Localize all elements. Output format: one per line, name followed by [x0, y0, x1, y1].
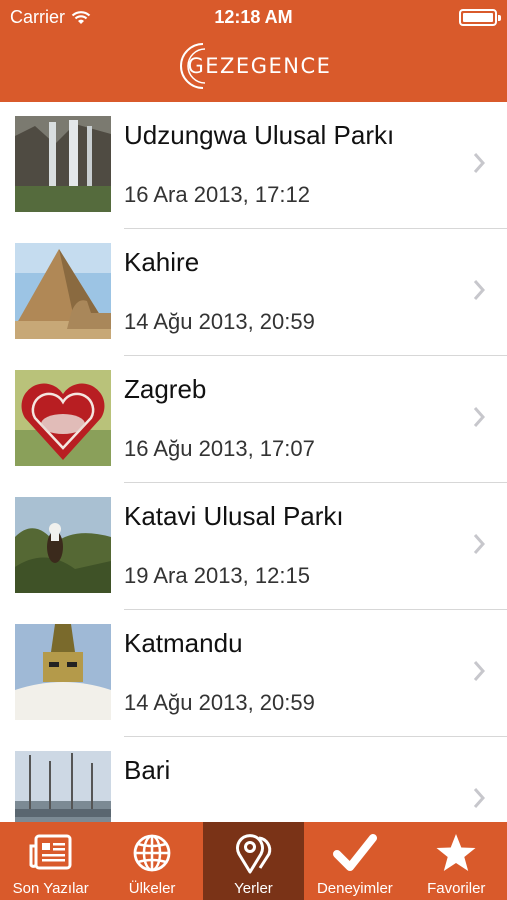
waterfall-thumbnail [15, 116, 111, 212]
pyramid-thumbnail [15, 243, 111, 339]
tab-son-yazilar[interactable]: Son Yazılar [0, 822, 101, 900]
chevron-right-icon [473, 407, 485, 427]
place-date: 14 Ağu 2013, 20:59 [124, 690, 315, 715]
gingerbread-heart-thumbnail [15, 370, 111, 466]
place-date: 14 Ağu 2013, 20:59 [124, 309, 315, 334]
chevron-right-icon [473, 534, 485, 554]
chevron-right-icon [473, 280, 485, 300]
list-item[interactable]: Katavi Ulusal Parkı 19 Ara 2013, 12:15 [0, 483, 507, 610]
map-pin-icon [236, 834, 272, 874]
star-icon [436, 834, 476, 871]
list-item[interactable]: Kahire 14 Ağu 2013, 20:59 [0, 229, 507, 356]
tab-label: Favoriler [427, 880, 486, 897]
tab-favoriler[interactable]: Favoriler [406, 822, 507, 900]
checkmark-icon [332, 834, 377, 871]
place-title: Kahire [124, 247, 200, 277]
tab-deneyimler[interactable]: Deneyimler [304, 822, 405, 900]
eagle-thumbnail [15, 497, 111, 593]
list-item[interactable]: Bari [0, 737, 507, 822]
places-list: Udzungwa Ulusal Parkı 16 Ara 2013, 17:12… [0, 102, 507, 822]
place-title: Zagreb [124, 374, 207, 404]
chevron-right-icon [473, 153, 485, 173]
list-item[interactable]: Udzungwa Ulusal Parkı 16 Ara 2013, 17:12 [0, 102, 507, 229]
place-date: 19 Ara 2013, 12:15 [124, 563, 310, 588]
tab-ulkeler[interactable]: Ülkeler [101, 822, 202, 900]
chevron-right-icon [473, 661, 485, 681]
chevron-right-icon [473, 788, 485, 808]
list-item[interactable]: Katmandu 14 Ağu 2013, 20:59 [0, 610, 507, 737]
newspaper-icon [29, 834, 72, 870]
place-title: Udzungwa Ulusal Parkı [124, 120, 395, 150]
tab-label: Yerler [234, 880, 273, 897]
place-date: 16 Ağu 2013, 17:07 [124, 436, 315, 461]
status-bar: Carrier 12:18 AM [0, 0, 507, 34]
battery-icon [459, 9, 501, 26]
stupa-thumbnail [15, 624, 111, 720]
harbor-thumbnail [15, 751, 111, 822]
list-item[interactable]: Zagreb 16 Ağu 2013, 17:07 [0, 356, 507, 483]
tab-label: Ülkeler [128, 880, 176, 897]
navigation-bar: Carrier 12:18 AM GEZEGENCE [0, 0, 507, 102]
logo-text: GEZEGENCE [187, 54, 332, 78]
place-title: Katavi Ulusal Parkı [124, 501, 344, 531]
tab-label: Deneyimler [316, 880, 393, 897]
tab-label: Son Yazılar [12, 880, 89, 897]
place-title: Bari [124, 755, 171, 785]
tab-bar: Son Yazılar Ülkeler Yerler Deneyimler Fa… [0, 822, 507, 900]
app-logo: GEZEGENCE [0, 38, 507, 94]
place-title: Katmandu [124, 628, 243, 658]
place-date: 16 Ara 2013, 17:12 [124, 182, 310, 207]
status-time: 12:18 AM [214, 7, 293, 27]
tab-yerler[interactable]: Yerler [202, 822, 305, 900]
globe-icon [133, 834, 171, 872]
